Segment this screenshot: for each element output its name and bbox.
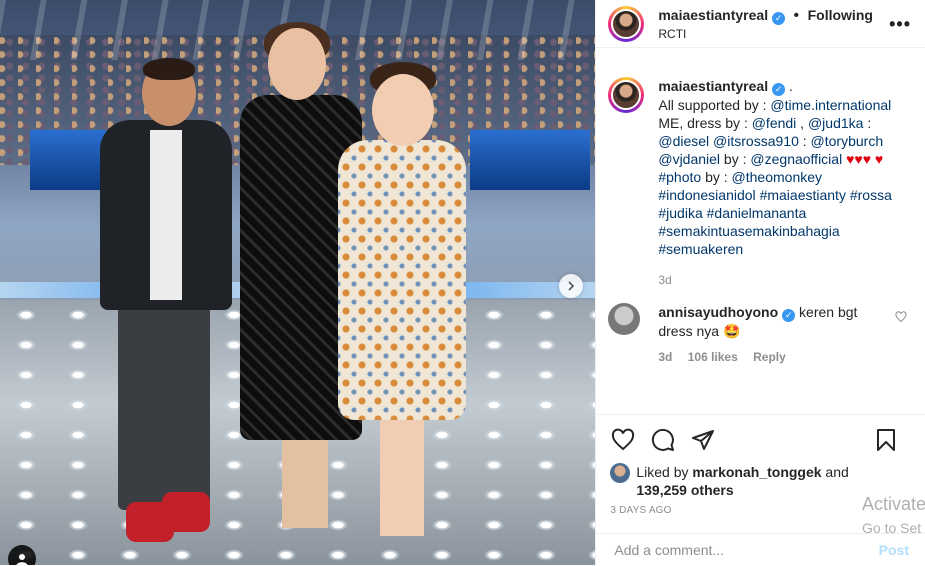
photo-person-head [372,74,434,146]
share-button[interactable] [690,427,716,453]
photo-stage-screen [470,130,590,190]
following-button[interactable]: Following [808,7,873,23]
commenter-username[interactable]: annisayudhoyono [658,304,778,320]
add-comment-bar: Post [596,533,925,566]
caption-link[interactable]: #indonesianidol [658,187,755,203]
comment-item: annisayudhoyono ✓ keren bgt dress nya 🤩 3… [596,289,925,366]
comment-meta: 3d 106 likes Reply [658,348,878,366]
photo-person-legs [118,300,210,510]
likes-mid: and [821,464,849,480]
os-activation-watermark-sub: Go to Set [862,520,922,536]
post-photo[interactable] [0,0,596,565]
caption-link[interactable]: @itsrossa910 [713,133,799,149]
caption-link[interactable]: #photo [658,169,701,185]
caption-suffix: . [785,78,793,94]
verified-badge-icon: ✓ [772,83,786,96]
heart-icon [612,428,635,451]
photo-person-shirt [150,130,182,300]
caption-link[interactable]: @jud1ka [808,115,863,131]
photo-person-legs [380,418,424,536]
commenter-avatar[interactable] [608,303,641,335]
caption-link[interactable]: @toryburch [811,133,884,149]
post-date[interactable]: 3 DAYS AGO [610,505,671,516]
post-comment-button[interactable]: Post [879,542,909,558]
photo-person-head [268,28,326,100]
photo-person-shoe [162,492,210,532]
caption-link[interactable]: @zegnaofficial [750,151,842,167]
verified-badge-icon: ✓ [782,309,796,322]
caption-username[interactable]: maiaestiantyreal [658,78,768,94]
caption-link[interactable]: @time.international [770,97,891,113]
comment-input[interactable] [612,541,867,559]
caption-link[interactable]: #danielmananta [707,205,807,221]
caption-link[interactable]: @fendi [752,115,797,131]
author-info: maiaestiantyreal ✓ • Following RCTI [658,7,873,41]
post-location[interactable]: RCTI [658,27,873,41]
more-options-icon[interactable]: ••• [889,14,911,35]
caption-link[interactable]: @vjdaniel [658,151,720,167]
caption-link[interactable]: #judika [658,205,702,221]
photo-person-legs [282,438,328,528]
comments-list[interactable]: maiaestiantyreal ✓ . All supported by : @… [596,60,925,413]
caption-link[interactable]: #semuakeren [658,241,743,257]
paper-plane-icon [692,430,715,450]
photo-person-dress [338,140,466,420]
comment-reply-button[interactable]: Reply [753,350,786,364]
caption-link[interactable]: @theomonkey [732,169,822,185]
caption-link[interactable]: @diesel [658,133,709,149]
likes-others-link[interactable]: 139,259 others [636,482,733,498]
post-sidebar: maiaestiantyreal ✓ • Following RCTI ••• m… [595,0,925,565]
caption-link[interactable]: #maiaestianty [760,187,846,203]
caption-link[interactable]: #semakintuasemakinbahagia [658,223,839,239]
photo-person-hair [143,58,195,80]
save-button[interactable] [873,427,899,453]
tagged-users-button[interactable] [8,545,36,565]
caption-text-segment: by : [720,151,751,167]
caption-text-segment: : [798,133,811,149]
post-actions [596,414,925,465]
caption-link[interactable]: #rossa [850,187,892,203]
liker-username[interactable]: markonah_tonggek [692,464,821,480]
like-button[interactable] [610,427,636,453]
post-caption: maiaestiantyreal ✓ . All supported by : @… [596,60,925,289]
caption-text-segment: : [863,115,872,131]
likes-summary: Liked by markonah_tonggek and 139,259 ot… [610,463,849,499]
user-tag-icon [16,554,28,565]
os-activation-watermark: Activate [862,494,925,514]
comment-icon [652,428,675,451]
caption-text-segment: , [796,115,808,131]
comment-body: annisayudhoyono ✓ keren bgt dress nya 🤩 3… [658,303,878,366]
liker-avatar[interactable] [610,463,631,483]
post-header: maiaestiantyreal ✓ • Following RCTI ••• [596,0,925,48]
next-photo-button[interactable] [559,274,583,298]
caption-hearts: ♥♥♥ ♥ [842,151,884,167]
instagram-post: maiaestiantyreal ✓ • Following RCTI ••• m… [0,0,925,565]
likes-text: Liked by markonah_tonggek and 139,259 ot… [636,463,848,499]
caption-body: maiaestiantyreal ✓ . All supported by : @… [658,77,904,289]
likes-prefix: Liked by [636,464,693,480]
caption-text-segment: by : [701,169,732,185]
verified-badge-icon: ✓ [772,11,786,25]
comment-likes[interactable]: 106 likes [688,350,738,364]
chevron-right-icon [568,281,575,291]
comment-like-icon[interactable] [895,311,907,323]
caption-age: 3d [658,273,672,287]
comment-button[interactable] [650,427,676,453]
comment-age[interactable]: 3d [658,350,672,364]
caption-author-avatar[interactable] [608,77,645,113]
author-avatar[interactable] [608,5,645,42]
caption-text: All supported by : @time.international M… [658,97,892,257]
photo-stage-screen [30,130,110,190]
header-separator: • [793,6,800,24]
caption-text-segment: ME, dress by : [658,115,752,131]
bookmark-icon [877,429,895,451]
author-username[interactable]: maiaestiantyreal [658,7,768,23]
caption-text-segment: All supported by : [658,97,771,113]
